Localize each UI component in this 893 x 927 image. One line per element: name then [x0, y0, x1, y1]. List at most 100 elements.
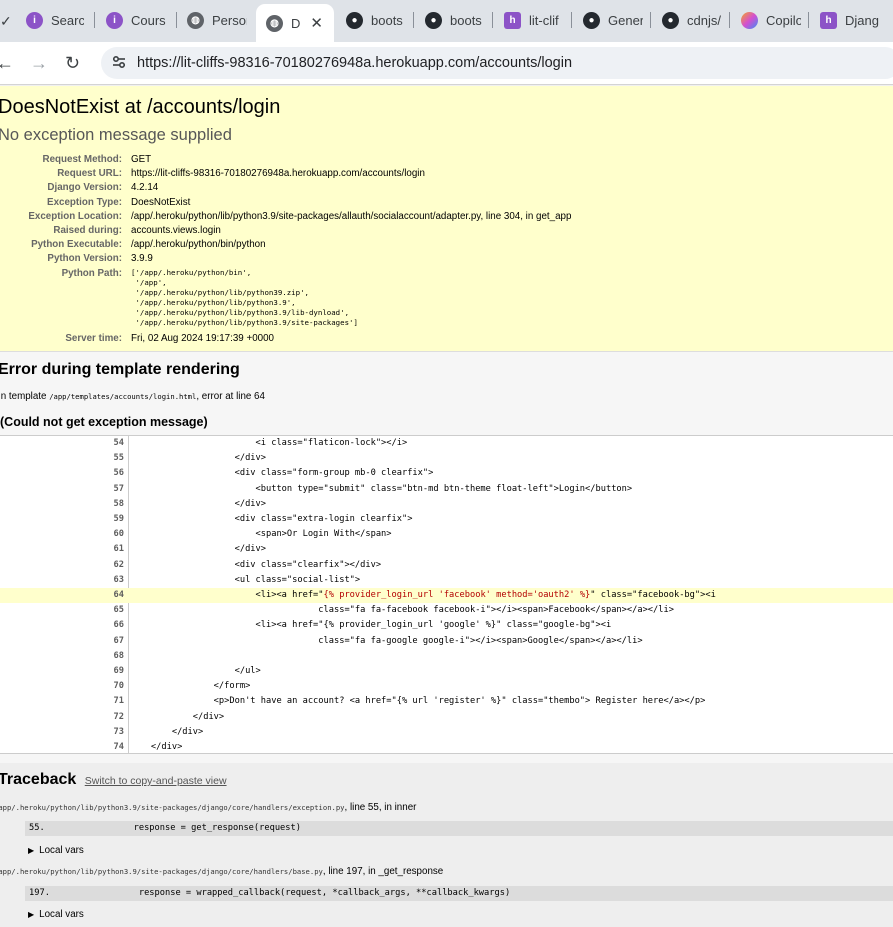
chevron-icon[interactable]: ✓: [0, 13, 12, 30]
line-number: 64: [113, 590, 124, 600]
source-line: 71 <p>Don't have an account? <a href="{%…: [0, 694, 893, 709]
github-icon: ●: [583, 12, 600, 29]
source-line: 55 </div>: [0, 451, 893, 466]
tab-separator: [176, 12, 177, 28]
source-line-highlighted: 64 <li><a href="{% provider_login_url 'f…: [0, 588, 893, 604]
source-line: 68: [0, 649, 893, 664]
meta-value: /app/.heroku/python/bin/python: [131, 239, 266, 251]
line-number: 60: [113, 529, 124, 540]
django-icon: h: [820, 12, 837, 29]
source-line: 72 </div>: [0, 710, 893, 725]
source-line: 65 class="fa fa-facebook facebook-i"></i…: [0, 603, 893, 618]
template-info-suffix: , error at line 64: [196, 391, 265, 402]
line-code: </div>: [130, 742, 183, 752]
error-summary: DoesNotExist at /accounts/login No excep…: [0, 86, 893, 352]
line-code-before: <li><a href=": [130, 590, 324, 600]
frame-file-path: /app/.heroku/python/lib/python3.9/site-p…: [0, 867, 323, 876]
source-line: 56 <div class="form-group mb-0 clearfix"…: [0, 466, 893, 481]
tab-separator: [571, 12, 572, 28]
address-bar[interactable]: https://lit-cliffs-98316-70180276948a.he…: [101, 47, 893, 79]
template-error-subheading: (Could not get exception message): [0, 415, 208, 429]
meta-key: Exception Location:: [28, 210, 122, 222]
tab-lit-cliffs[interactable]: h lit-clif: [504, 5, 564, 36]
tab-separator: [650, 12, 651, 28]
meta-value: GET: [131, 154, 152, 165]
frame-file-suffix: , line 197, in _get_response: [322, 866, 444, 877]
meta-key: Python Path:: [61, 267, 122, 279]
tab-label: lit-clif: [529, 13, 559, 28]
line-number: 69: [113, 666, 124, 676]
line-code: </div>: [130, 498, 266, 509]
tab-label: boots: [371, 13, 403, 28]
triangle-right-icon: ▶: [28, 910, 35, 919]
tab-label: Person: [212, 13, 247, 28]
source-line: 59 <div class="extra-login clearfix">: [0, 512, 893, 527]
tab-cdnjs[interactable]: ● cdnjs/: [662, 5, 722, 36]
line-code: <div class="form-group mb-0 clearfix">: [130, 468, 434, 479]
url-text[interactable]: https://lit-cliffs-98316-70180276948a.he…: [137, 55, 572, 71]
tab-label: Djang: [845, 13, 879, 28]
purple-circle-icon: i: [106, 12, 123, 29]
meta-value: https://lit-cliffs-98316-70180276948a.he…: [131, 168, 425, 180]
local-vars-label: Local vars: [39, 909, 84, 920]
reload-icon[interactable]: ↻: [65, 53, 80, 73]
traceback-title: Traceback: [0, 771, 77, 788]
line-number: 73: [113, 726, 124, 737]
line-number: 55: [113, 453, 124, 464]
meta-key: Request Method:: [42, 154, 122, 165]
source-line: 70 </form>: [0, 679, 893, 694]
tab-label: D: [291, 15, 301, 31]
tab-gener[interactable]: ● Gener: [583, 5, 643, 36]
frame-context-line[interactable]: 55. response = get_response(request): [25, 821, 893, 836]
browser-tab-strip: ✓ i Search i Course ◍ Person ◍ D ✕ ● boo…: [0, 0, 893, 42]
template-source: 54 <i class="flaticon-lock"></i> 55 </di…: [0, 435, 893, 754]
source-line: 60 <span>Or Login With</span>: [0, 527, 893, 542]
tab-active-debug[interactable]: ◍ D ✕: [256, 4, 334, 42]
line-code: <span>Or Login With</span>: [130, 529, 392, 540]
line-code: <li><a href="{% provider_login_url 'face…: [130, 588, 716, 600]
template-error-heading: Error during template rendering: [0, 361, 240, 378]
django-icon: h: [504, 12, 521, 29]
tab-separator: [94, 12, 95, 28]
globe-icon: ◍: [187, 12, 204, 29]
tab-course[interactable]: i Course: [106, 5, 166, 36]
tab-search[interactable]: i Search: [26, 5, 84, 36]
tab-boots-2[interactable]: ● boots: [425, 5, 485, 36]
line-code: <ul class="social-list">: [130, 574, 361, 585]
switch-view-link[interactable]: Switch to copy-and-paste view: [85, 775, 227, 787]
tab-person[interactable]: ◍ Person: [187, 5, 247, 36]
globe-icon: ◍: [266, 14, 283, 32]
local-vars-label: Local vars: [39, 845, 84, 856]
source-line: 69 </ul>: [0, 664, 893, 679]
line-number: 58: [113, 498, 124, 509]
line-code: <p>Don't have an account? <a href="{% ur…: [130, 696, 706, 707]
meta-value: Fri, 02 Aug 2024 19:17:39 +0000: [131, 332, 274, 344]
tab-boots-1[interactable]: ● boots: [346, 5, 408, 36]
tab-label: Gener: [608, 13, 643, 28]
line-code: </div>: [130, 544, 266, 555]
meta-value-python-path: ['/app/.heroku/python/bin', '/app', '/ap…: [131, 267, 358, 327]
tab-separator: [492, 12, 493, 28]
back-arrow-icon[interactable]: ←: [0, 53, 14, 73]
tab-label: cdnjs/: [687, 13, 721, 28]
line-number: 71: [113, 696, 124, 707]
local-vars-toggle[interactable]: ▶ Local vars: [28, 845, 84, 856]
tab-django[interactable]: h Djang: [820, 5, 893, 36]
tab-label: boots: [450, 13, 482, 28]
source-line: 61 </div>: [0, 542, 893, 557]
frame-context-line[interactable]: 197. response = wrapped_callback(request…: [25, 886, 893, 901]
line-code: </div>: [130, 726, 204, 737]
exception-message: No exception message supplied: [0, 126, 232, 144]
site-settings-icon[interactable]: [111, 54, 127, 70]
line-code: class="fa fa-facebook facebook-i"></i><s…: [130, 605, 674, 616]
forward-arrow-icon[interactable]: →: [30, 53, 48, 73]
line-number: 74: [113, 742, 124, 752]
line-code: <div class="extra-login clearfix">: [130, 514, 413, 524]
template-error-section: Error during template rendering In templ…: [0, 352, 893, 763]
line-number: 54: [113, 438, 124, 448]
tab-copilot[interactable]: Copilo: [741, 5, 801, 36]
traceback-section: Traceback Switch to copy-and-paste view …: [0, 763, 893, 927]
close-icon[interactable]: ✕: [310, 14, 323, 32]
line-number: 72: [113, 711, 124, 722]
local-vars-toggle[interactable]: ▶ Local vars: [28, 909, 84, 920]
